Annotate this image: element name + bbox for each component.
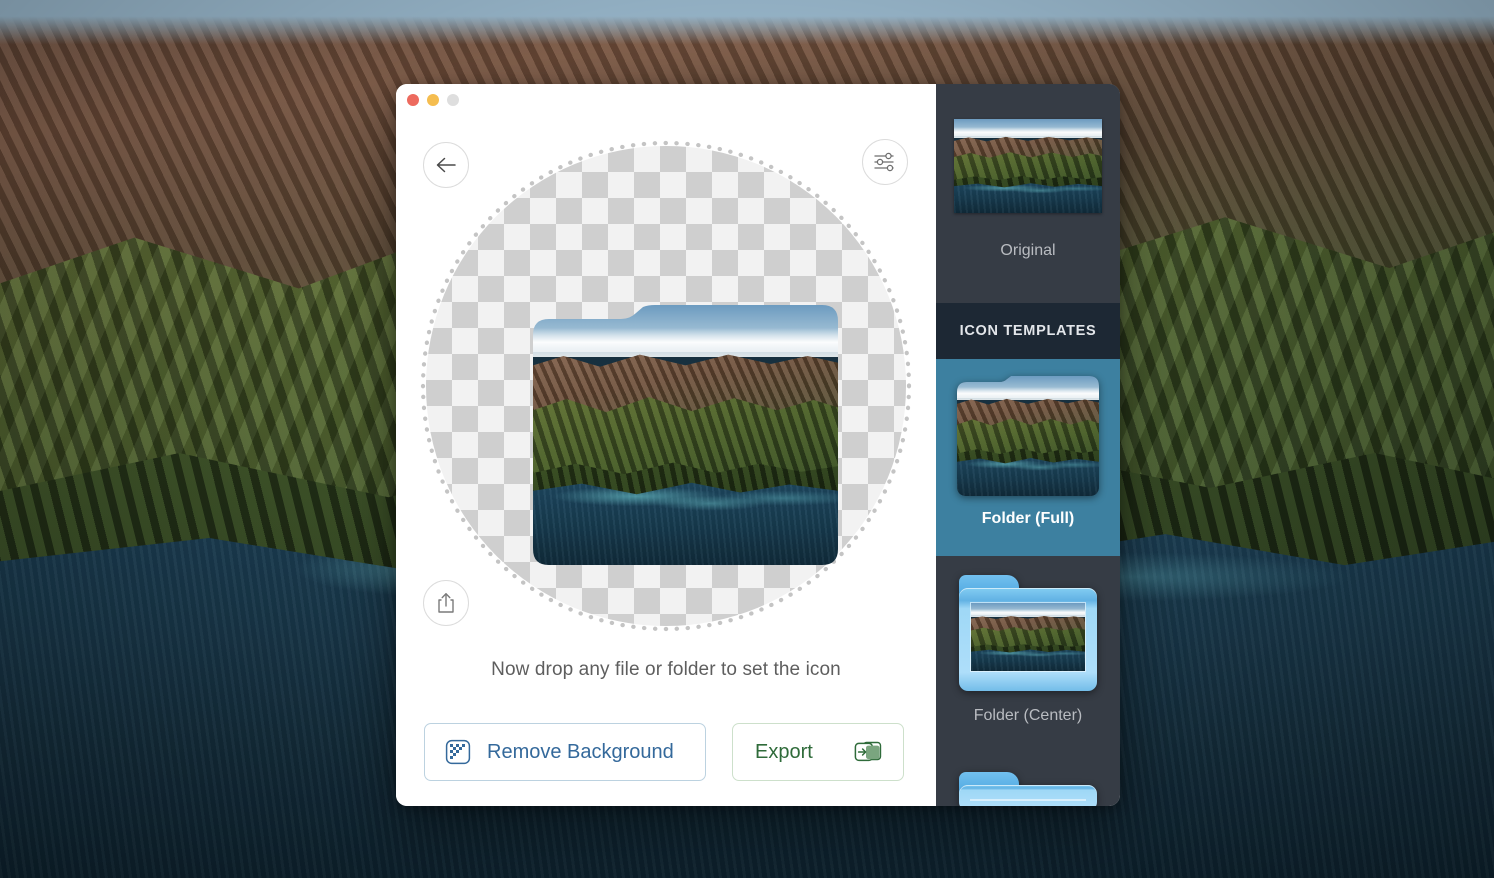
folder-center-thumbnail: [957, 573, 1099, 693]
drop-hint-text: Now drop any file or folder to set the i…: [491, 659, 841, 680]
folder-body: [959, 785, 1097, 806]
original-label: Original: [1000, 242, 1056, 259]
original-thumbnail-image: [954, 119, 1102, 213]
template-item-partial[interactable]: [936, 753, 1120, 806]
original-thumbnail[interactable]: [954, 119, 1102, 213]
minimize-button[interactable]: [427, 94, 439, 106]
remove-background-label: Remove Background: [487, 740, 674, 763]
main-panel: Now drop any file or folder to set the i…: [396, 84, 936, 806]
folder-partial-thumbnail: [957, 770, 1099, 806]
icon-templates-header: ICON TEMPLATES: [936, 303, 1120, 359]
zoom-button[interactable]: [447, 94, 459, 106]
preview-image: [533, 305, 838, 565]
desktop-wallpaper: Now drop any file or folder to set the i…: [0, 0, 1494, 878]
template-item-folder-center[interactable]: Folder (Center): [936, 556, 1120, 753]
traffic-lights: [407, 94, 459, 106]
folder-full-thumbnail-image: [957, 376, 1099, 496]
export-label: Export: [755, 740, 813, 763]
folder-full-thumbnail: [957, 376, 1099, 496]
templates-sidebar[interactable]: Original ICON TEMPLATES Folder (Full) Fo…: [936, 84, 1120, 806]
export-button[interactable]: Export: [732, 723, 904, 781]
template-label-folder-full: Folder (Full): [981, 510, 1075, 527]
close-button[interactable]: [407, 94, 419, 106]
template-item-folder-full[interactable]: Folder (Full): [936, 359, 1120, 556]
original-section[interactable]: Original: [936, 84, 1120, 303]
app-window: Now drop any file or folder to set the i…: [396, 84, 1120, 806]
remove-background-button[interactable]: Remove Background: [424, 723, 706, 781]
checkerboard-triangle-icon: [445, 739, 471, 765]
folder-center-inner-image: [971, 603, 1085, 671]
action-bar: Remove Background Export: [424, 723, 904, 781]
icon-preview-stage[interactable]: [420, 140, 912, 632]
folder-icon-preview[interactable]: [533, 305, 838, 565]
export-arrow-icon: [854, 741, 882, 762]
template-label-folder-center: Folder (Center): [973, 707, 1083, 724]
